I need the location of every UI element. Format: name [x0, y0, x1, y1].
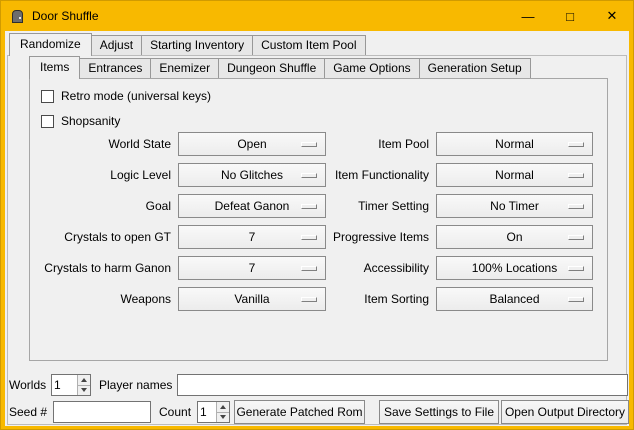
tab-label: Adjust [100, 38, 133, 52]
worlds-spinbox[interactable] [51, 374, 91, 396]
count-input[interactable] [198, 402, 216, 422]
progressive-items-dropdown[interactable]: On [436, 225, 593, 249]
tab-dungeon-shuffle[interactable]: Dungeon Shuffle [218, 58, 325, 78]
checkbox-box-icon [41, 90, 54, 103]
menu-indicator-icon [568, 266, 584, 271]
spin-down-icon [81, 388, 87, 392]
close-icon: ✕ [607, 8, 618, 24]
tab-items[interactable]: Items [29, 56, 80, 79]
item-sorting-label: Item Sorting [263, 287, 429, 311]
item-functionality-dropdown[interactable]: Normal [436, 163, 593, 187]
item-functionality-value: Normal [495, 168, 534, 182]
seed-input[interactable] [53, 401, 151, 423]
shopsanity-checkbox[interactable]: Shopsanity [41, 113, 120, 129]
minimize-icon: — [522, 9, 535, 24]
goal-label: Goal [5, 194, 171, 218]
tab-randomize[interactable]: Randomize [9, 33, 92, 56]
spin-up-button[interactable] [78, 375, 90, 386]
tab-label: Game Options [333, 61, 410, 75]
player-names-label: Player names [99, 374, 172, 396]
generate-patched-rom-button[interactable]: Generate Patched Rom [234, 400, 365, 424]
item-sorting-value: Balanced [489, 292, 539, 306]
tab-label: Entrances [88, 61, 142, 75]
minimize-button[interactable]: — [507, 1, 549, 31]
timer-setting-label: Timer Setting [263, 194, 429, 218]
window: Door Shuffle — □ ✕ Randomize Adjust Star… [0, 0, 634, 430]
item-sorting-dropdown[interactable]: Balanced [436, 287, 593, 311]
tab-label: Starting Inventory [150, 38, 244, 52]
world-state-label: World State [5, 132, 171, 156]
count-label: Count [159, 401, 191, 423]
button-label: Generate Patched Rom [236, 405, 362, 419]
save-settings-button[interactable]: Save Settings to File [379, 400, 499, 424]
spinner-arrows [216, 402, 229, 422]
logic-level-label: Logic Level [5, 163, 171, 187]
accessibility-value: 100% Locations [472, 261, 557, 275]
tab-custom-item-pool[interactable]: Custom Item Pool [252, 35, 365, 55]
player-names-input[interactable] [177, 374, 628, 396]
progressive-items-label: Progressive Items [263, 225, 429, 249]
spin-up-icon [220, 405, 226, 409]
crystals-to-harm-ganon-value: 7 [249, 261, 256, 275]
tab-generation-setup[interactable]: Generation Setup [419, 58, 531, 78]
crystals-to-harm-ganon-label: Crystals to harm Ganon [5, 256, 171, 280]
tab-label: Custom Item Pool [261, 38, 356, 52]
close-button[interactable]: ✕ [591, 1, 633, 31]
spin-down-button[interactable] [217, 413, 229, 423]
tab-label: Enemizer [159, 61, 210, 75]
window-title: Door Shuffle [32, 9, 99, 23]
spin-down-button[interactable] [78, 386, 90, 396]
seed-label: Seed # [9, 401, 47, 423]
button-label: Open Output Directory [505, 405, 625, 419]
open-output-directory-button[interactable]: Open Output Directory [501, 400, 629, 424]
tab-label: Randomize [20, 37, 81, 51]
crystals-to-open-gt-value: 7 [249, 230, 256, 244]
tab-entrances[interactable]: Entrances [79, 58, 151, 78]
retro-mode-label: Retro mode (universal keys) [61, 89, 211, 103]
progressive-items-value: On [506, 230, 522, 244]
maximize-button[interactable]: □ [549, 1, 591, 31]
crystals-to-open-gt-label: Crystals to open GT [5, 225, 171, 249]
tab-label: Items [40, 60, 69, 74]
checkbox-box-icon [41, 115, 54, 128]
spinner-arrows [77, 375, 90, 395]
tab-game-options[interactable]: Game Options [324, 58, 419, 78]
menu-indicator-icon [568, 142, 584, 147]
worlds-input[interactable] [52, 375, 77, 395]
timer-setting-dropdown[interactable]: No Timer [436, 194, 593, 218]
worlds-label: Worlds [9, 374, 46, 396]
timer-setting-value: No Timer [490, 199, 539, 213]
main-tabbar: Randomize Adjust Starting Inventory Cust… [9, 33, 366, 56]
tab-label: Dungeon Shuffle [227, 61, 316, 75]
shopsanity-label: Shopsanity [61, 114, 120, 128]
caption-buttons: — □ ✕ [507, 1, 633, 31]
button-label: Save Settings to File [384, 405, 494, 419]
titlebar[interactable]: Door Shuffle — □ ✕ [1, 1, 633, 31]
spin-down-icon [220, 415, 226, 419]
menu-indicator-icon [568, 235, 584, 240]
count-spinbox[interactable] [197, 401, 230, 423]
tab-adjust[interactable]: Adjust [91, 35, 142, 55]
accessibility-dropdown[interactable]: 100% Locations [436, 256, 593, 280]
weapons-label: Weapons [5, 287, 171, 311]
item-pool-label: Item Pool [263, 132, 429, 156]
item-pool-value: Normal [495, 137, 534, 151]
menu-indicator-icon [568, 297, 584, 302]
inner-tabbar: Items Entrances Enemizer Dungeon Shuffle… [29, 56, 531, 79]
spin-up-icon [81, 378, 87, 382]
menu-indicator-icon [568, 173, 584, 178]
client-area: Randomize Adjust Starting Inventory Cust… [5, 31, 629, 426]
tab-label: Generation Setup [428, 61, 522, 75]
retro-mode-checkbox[interactable]: Retro mode (universal keys) [41, 88, 211, 104]
door-icon [12, 10, 23, 23]
menu-indicator-icon [568, 204, 584, 209]
app-icon [9, 8, 25, 24]
item-pool-dropdown[interactable]: Normal [436, 132, 593, 156]
spin-up-button[interactable] [217, 402, 229, 413]
tab-enemizer[interactable]: Enemizer [150, 58, 219, 78]
tab-starting-inventory[interactable]: Starting Inventory [141, 35, 253, 55]
maximize-icon: □ [566, 9, 574, 24]
accessibility-label: Accessibility [263, 256, 429, 280]
item-functionality-label: Item Functionality [263, 163, 429, 187]
